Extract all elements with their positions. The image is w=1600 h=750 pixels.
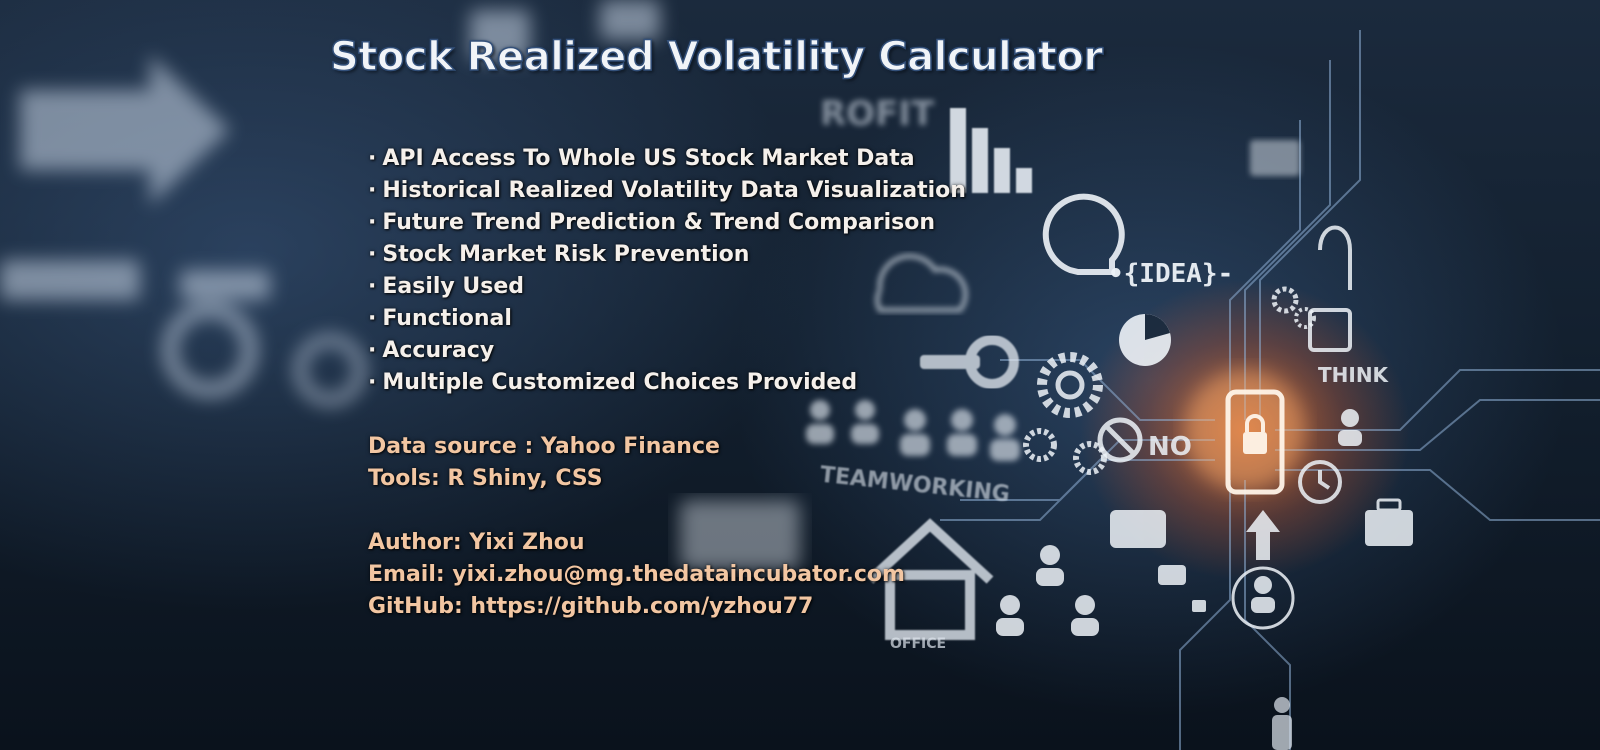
feature-item: · Multiple Customized Choices Provided [368,367,1008,399]
data-source-text: Data source : Yahoo Finance [368,434,720,459]
feature-item: · Stock Market Risk Prevention [368,239,1008,271]
profit-word: ROFIT [820,94,935,134]
github-link[interactable]: https://github.com/yzhou77 [470,594,813,619]
tools-text: Tools: R Shiny, CSS [368,466,603,491]
bar-shape [180,270,270,300]
author-text: Author: Yixi Zhou [368,530,585,555]
feature-item-label: API Access To Whole US Stock Market Data [382,146,915,171]
gear-icon [294,334,366,406]
feature-item: · Easily Used [368,271,1008,303]
briefcase-icon [1250,140,1300,176]
github-label: GitHub: [368,594,471,619]
project-info: Data source : Yahoo Finance Tools: R Shi… [368,431,1008,623]
feature-item: · Future Trend Prediction & Trend Compari… [368,207,1008,239]
bullet-dot: · [368,338,377,363]
feature-item: · Functional [368,303,1008,335]
feature-item-label: Accuracy [382,338,495,363]
think-bubble-icon [1308,225,1352,352]
feature-item-label: Functional [382,306,512,331]
briefcase-icon [1365,498,1413,546]
think-word: THINK [1318,363,1390,387]
feature-item: · Historical Realized Volatility Data Vis… [368,175,1008,207]
person-icon [1272,697,1292,750]
office-word: OFFICE [890,636,946,652]
feature-item: · Accuracy [368,335,1008,367]
chat-bubble-icon [1110,510,1206,612]
pie-chart-icon [1119,314,1171,366]
feature-item-label: Stock Market Risk Prevention [382,242,750,267]
feature-item: · API Access To Whole US Stock Market Dat… [368,143,1008,175]
up-arrow-icon [1246,510,1280,560]
page: ROFIT •{IDEA}- TEAMWORKING NO THINK OFFI… [0,0,1600,750]
bullet-dot: · [368,242,377,267]
bullet-dot: · [368,306,377,331]
feature-item-label: Future Trend Prediction & Trend Comparis… [382,210,936,235]
gear-icon [162,302,258,398]
email-link[interactable]: yixi.zhou@mg.thedataincubator.com [452,562,905,587]
idea-word: •{IDEA}- [1108,259,1233,289]
clock-icon [1298,460,1342,504]
page-title: Stock Realized Volatility Calculator [329,33,1104,81]
feature-list: · API Access To Whole US Stock Market Dat… [368,143,1008,399]
bullet-dot: · [368,146,377,171]
no-word: NO [1148,432,1192,462]
email-line: Email: yixi.zhou@mg.thedataincubator.com [368,559,1008,591]
feature-item-label: Historical Realized Volatility Data Visu… [382,178,966,203]
bullet-dot: · [368,210,377,235]
email-label: Email: [368,562,453,587]
content-panel: · API Access To Whole US Stock Market Dat… [368,143,1008,623]
bullet-dot: · [368,370,377,395]
feature-item-label: Multiple Customized Choices Provided [382,370,858,395]
arrow-icon [20,55,230,205]
bar-shape [0,260,140,300]
feature-item-label: Easily Used [382,274,525,299]
people-icon [996,545,1099,636]
github-line: GitHub: https://github.com/yzhou77 [368,591,1008,623]
bullet-dot: · [368,274,377,299]
bullet-dot: · [368,178,377,203]
